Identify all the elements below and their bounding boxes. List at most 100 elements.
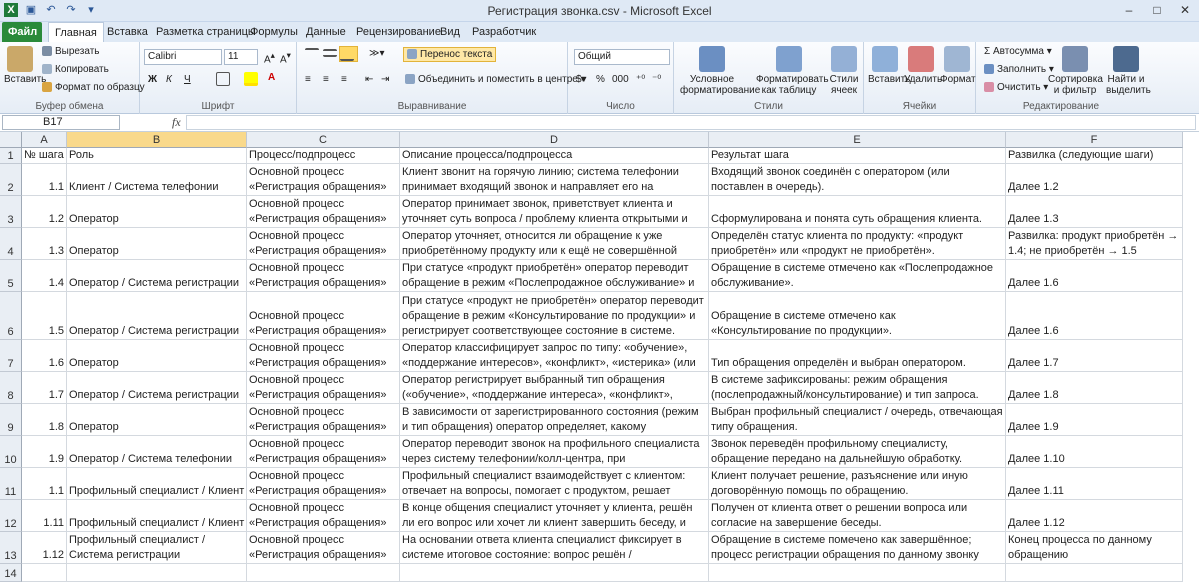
cell-result[interactable]: [709, 564, 1006, 582]
cell-process[interactable]: Основной процесс «Регистрация обращения»: [247, 292, 400, 340]
copy-button[interactable]: Копировать: [42, 64, 109, 75]
close-icon[interactable]: ✕: [1171, 0, 1199, 20]
cell-description[interactable]: В конце общения специалист уточняет у кл…: [400, 500, 709, 532]
cell-result[interactable]: Выбран профильный специалист / очередь, …: [709, 404, 1006, 436]
cell-step-number[interactable]: 1.1: [22, 468, 67, 500]
cell-branch[interactable]: Далее 1.7: [1006, 340, 1183, 372]
grow-font-button[interactable]: A▴: [264, 50, 275, 65]
cell-role[interactable]: [67, 564, 247, 582]
cell-result[interactable]: Результат шага: [709, 148, 1006, 164]
column-header-d[interactable]: D: [400, 132, 709, 148]
autosum-button[interactable]: Σ Автосумма ▾: [984, 46, 1052, 57]
fill-color-button[interactable]: [244, 72, 261, 86]
row-header[interactable]: 3: [0, 196, 22, 228]
row-header[interactable]: 14: [0, 564, 22, 582]
cell-process[interactable]: Основной процесс «Регистрация обращения»: [247, 436, 400, 468]
decrease-indent-button[interactable]: ⇤: [365, 74, 373, 85]
cell-branch[interactable]: Далее 1.11: [1006, 468, 1183, 500]
sort-filter-button[interactable]: Сортировка и фильтр: [1048, 46, 1103, 96]
fill-button[interactable]: Заполнить ▾: [984, 64, 1054, 75]
cell-process[interactable]: Основной процесс «Регистрация обращения»: [247, 372, 400, 404]
row-header[interactable]: 10: [0, 436, 22, 468]
cell-step-number[interactable]: 1.5: [22, 292, 67, 340]
cell-step-number[interactable]: 1.9: [22, 436, 67, 468]
cell-step-number[interactable]: 1.11: [22, 500, 67, 532]
cell-description[interactable]: Оператор регистрирует выбранный тип обра…: [400, 372, 709, 404]
row-header[interactable]: 2: [0, 164, 22, 196]
cell-role[interactable]: Профильный специалист / Система регистрац…: [67, 532, 247, 564]
row-header[interactable]: 13: [0, 532, 22, 564]
cell-role[interactable]: Оператор: [67, 196, 247, 228]
align-top-button[interactable]: [305, 48, 322, 62]
cell-branch[interactable]: Далее 1.3: [1006, 196, 1183, 228]
percent-button[interactable]: %: [596, 74, 605, 85]
cell-description[interactable]: На основании ответа клиента специалист ф…: [400, 532, 709, 564]
format-cells-button[interactable]: Формат: [940, 46, 976, 85]
cell-step-number[interactable]: 1.12: [22, 532, 67, 564]
cell-step-number[interactable]: 1.4: [22, 260, 67, 292]
cell-branch[interactable]: Далее 1.9: [1006, 404, 1183, 436]
minimize-icon[interactable]: –: [1115, 0, 1143, 20]
cell-description[interactable]: Оператор классифицирует запрос по типу: …: [400, 340, 709, 372]
cell-description[interactable]: Профильный специалист взаимодействует с …: [400, 468, 709, 500]
underline-button[interactable]: Ч: [184, 74, 191, 85]
cell-result[interactable]: Звонок переведён профильному специалисту…: [709, 436, 1006, 468]
column-header-c[interactable]: C: [247, 132, 400, 148]
cell-process[interactable]: Основной процесс «Регистрация обращения»: [247, 404, 400, 436]
cell-role[interactable]: Оператор / Система телефонии: [67, 436, 247, 468]
cell-branch[interactable]: Далее 1.12: [1006, 500, 1183, 532]
cell-step-number[interactable]: 1.7: [22, 372, 67, 404]
cell-result[interactable]: Получен от клиента ответ о решении вопро…: [709, 500, 1006, 532]
cell-role[interactable]: Оператор / Система регистрации: [67, 372, 247, 404]
cell-result[interactable]: Входящий звонок соединён с оператором (и…: [709, 164, 1006, 196]
cell-result[interactable]: Клиент получает решение, разъяснение или…: [709, 468, 1006, 500]
row-header[interactable]: 9: [0, 404, 22, 436]
cell-branch[interactable]: Далее 1.6: [1006, 260, 1183, 292]
format-painter-button[interactable]: Формат по образцу: [42, 82, 145, 93]
align-left-button[interactable]: ≡: [305, 74, 311, 85]
cut-button[interactable]: Вырезать: [42, 46, 99, 57]
cell-description[interactable]: Оператор переводит звонок на профильного…: [400, 436, 709, 468]
row-header[interactable]: 6: [0, 292, 22, 340]
align-middle-button[interactable]: [323, 48, 340, 59]
italic-button[interactable]: К: [166, 74, 172, 85]
cell-role[interactable]: Оператор: [67, 228, 247, 260]
cell-role[interactable]: Профильный специалист / Клиент: [67, 500, 247, 532]
find-select-button[interactable]: Найти и выделить: [1106, 46, 1151, 96]
row-header[interactable]: 11: [0, 468, 22, 500]
cell-process[interactable]: Основной процесс «Регистрация обращения»: [247, 228, 400, 260]
clear-button[interactable]: Очистить ▾: [984, 82, 1048, 93]
increase-decimal-button[interactable]: ⁺⁰: [636, 74, 645, 85]
worksheet-grid[interactable]: A B C D E F 1 № шага Роль Процесс/подпроцесс Описа…: [0, 132, 1199, 582]
cell-result[interactable]: Сформулирована и понята суть обращения к…: [709, 196, 1006, 228]
cell-role[interactable]: Оператор: [67, 340, 247, 372]
cell-branch[interactable]: Далее 1.6: [1006, 292, 1183, 340]
cell-role[interactable]: Оператор / Система регистрации: [67, 292, 247, 340]
row-header[interactable]: 7: [0, 340, 22, 372]
cell-step-number[interactable]: 1.8: [22, 404, 67, 436]
row-header[interactable]: 1: [0, 148, 22, 164]
merge-center-button[interactable]: Объединить и поместить в центре ▾: [405, 74, 586, 85]
cell-description[interactable]: При статусе «продукт приобретён» операто…: [400, 260, 709, 292]
paste-button[interactable]: Вставить: [4, 46, 46, 85]
cell-process[interactable]: Основной процесс «Регистрация обращения»: [247, 532, 400, 564]
row-header[interactable]: 5: [0, 260, 22, 292]
cell-description[interactable]: В зависимости от зарегистрированного сос…: [400, 404, 709, 436]
column-header-e[interactable]: E: [709, 132, 1006, 148]
column-header-a[interactable]: A: [22, 132, 67, 148]
number-format-select[interactable]: Общий: [574, 49, 670, 65]
formula-input[interactable]: [186, 115, 1196, 130]
cell-process[interactable]: Основной процесс «Регистрация обращения»: [247, 340, 400, 372]
cell-description[interactable]: Описание процесса/подпроцесса: [400, 148, 709, 164]
cell-process[interactable]: Основной процесс «Регистрация обращения»: [247, 196, 400, 228]
cell-role[interactable]: Роль: [67, 148, 247, 164]
conditional-formatting-button[interactable]: Условное форматирование: [680, 46, 760, 96]
cell-process[interactable]: Процесс/подпроцесс: [247, 148, 400, 164]
cell-branch[interactable]: [1006, 564, 1183, 582]
cell-role[interactable]: Профильный специалист / Клиент: [67, 468, 247, 500]
align-bottom-button[interactable]: [339, 46, 358, 62]
cell-description[interactable]: Оператор уточняет, относится ли обращени…: [400, 228, 709, 260]
cell-role[interactable]: Оператор / Система регистрации: [67, 260, 247, 292]
cell-result[interactable]: Тип обращения определён и выбран операто…: [709, 340, 1006, 372]
cell-step-number[interactable]: [22, 564, 67, 582]
